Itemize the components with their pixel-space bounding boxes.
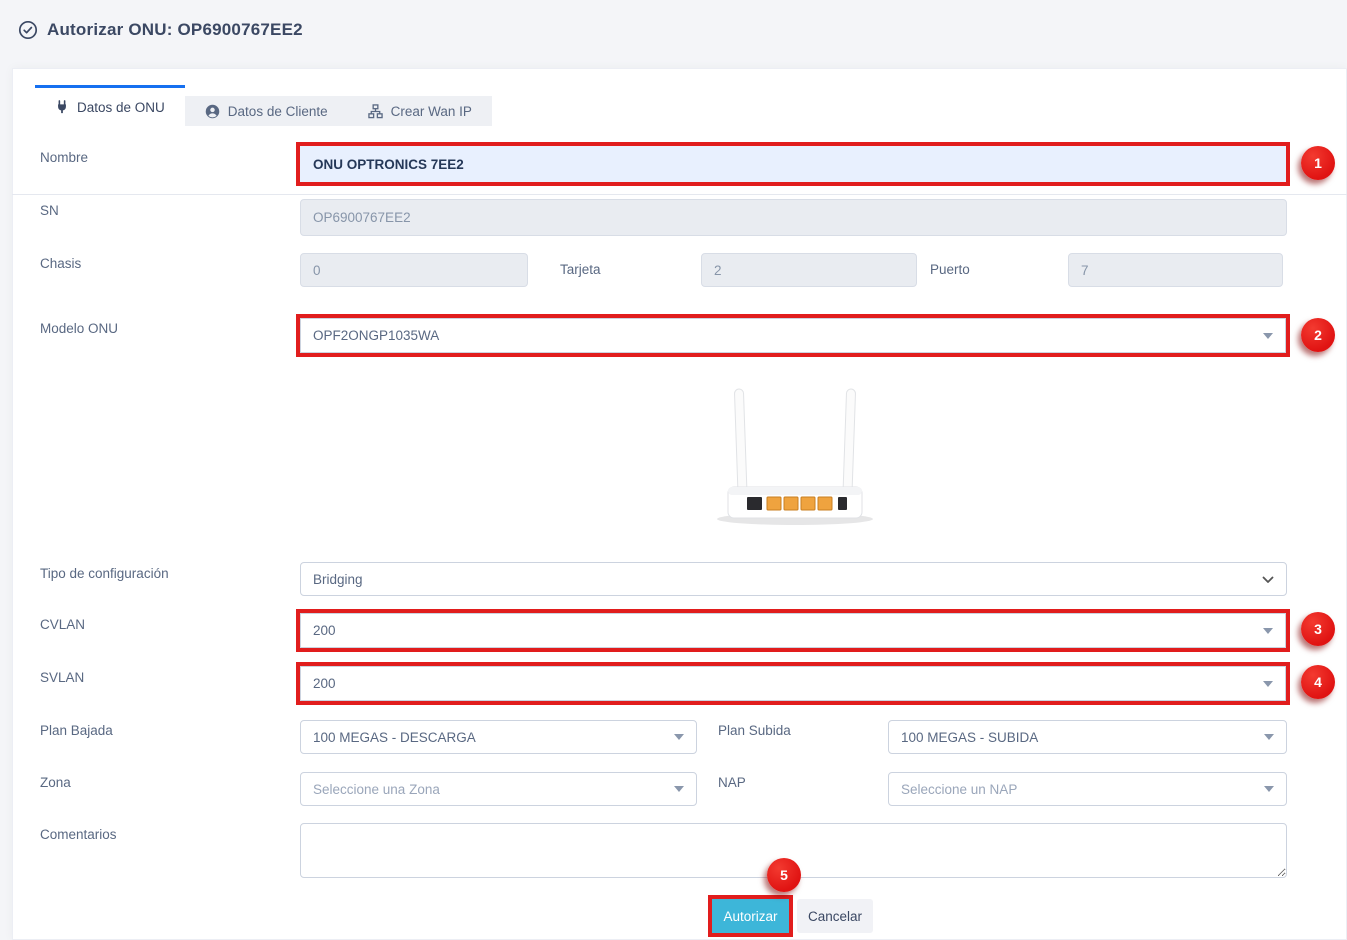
tipo-configuracion-label: Tipo de configuración [40,566,169,581]
tarjeta-input [701,253,917,287]
plan-subida-select[interactable]: 100 MEGAS - SUBIDA [888,720,1287,754]
caret-down-icon [1264,734,1274,740]
page-header: Autorizar ONU: OP6900767EE2 [18,20,303,40]
chasis-input [300,253,528,287]
plan-subida-label: Plan Subida [718,723,791,738]
modelo-onu-label: Modelo ONU [40,321,118,336]
sn-label: SN [40,203,59,218]
onu-router-photo [690,383,900,533]
caret-down-icon [674,786,684,792]
nap-select[interactable]: Seleccione un NAP [888,772,1287,806]
tab-datos-de-cliente[interactable]: Datos de Cliente [185,96,348,126]
modelo-onu-highlight: OPF2ONGP1035WA [296,314,1290,357]
autorizar-highlight: Autorizar [708,895,793,937]
tipo-configuracion-value: Bridging [313,572,363,587]
nombre-input[interactable] [300,146,1286,182]
zona-label: Zona [40,775,71,790]
nombre-highlight [296,142,1290,186]
chasis-label: Chasis [40,256,81,271]
step-marker-4: 4 [1301,665,1335,699]
authorize-onu-page: Autorizar ONU: OP6900767EE2 Datos de ONU… [0,0,1347,940]
zona-placeholder: Seleccione una Zona [313,782,440,797]
step-marker-1: 1 [1301,146,1335,180]
tabbar-divider [12,194,1347,195]
sn-input [300,199,1287,236]
modelo-onu-value: OPF2ONGP1035WA [313,328,439,343]
step-marker-5: 5 [767,858,801,892]
nap-label: NAP [718,775,746,790]
modelo-onu-select[interactable]: OPF2ONGP1035WA [300,318,1286,353]
cvlan-highlight: 200 [296,609,1290,652]
svlan-value: 200 [313,676,336,691]
plan-bajada-value: 100 MEGAS - DESCARGA [313,730,476,745]
cvlan-label: CVLAN [40,617,85,632]
check-circle-icon [18,20,38,40]
caret-down-icon [1263,681,1273,687]
nap-placeholder: Seleccione un NAP [901,782,1017,797]
cancelar-button[interactable]: Cancelar [797,899,873,933]
tab-bar: Datos de ONU Datos de Cliente Crear Wan … [35,85,492,126]
svlan-select[interactable]: 200 [300,666,1286,701]
tab-label: Crear Wan IP [391,104,472,119]
puerto-input [1068,253,1283,287]
plug-icon [55,100,69,114]
tab-label: Datos de Cliente [228,104,328,119]
puerto-label: Puerto [930,262,970,277]
tab-datos-de-onu[interactable]: Datos de ONU [35,85,185,126]
user-circle-icon [205,104,220,119]
comentarios-label: Comentarios [40,827,117,842]
zona-select[interactable]: Seleccione una Zona [300,772,697,806]
tab-crear-wan-ip[interactable]: Crear Wan IP [348,96,492,126]
page-title: Autorizar ONU: OP6900767EE2 [47,20,303,40]
svlan-highlight: 200 [296,662,1290,705]
sitemap-icon [368,104,383,119]
tipo-configuracion-select[interactable]: Bridging [300,562,1287,596]
chevron-down-icon [1262,572,1274,587]
svlan-label: SVLAN [40,670,84,685]
nombre-label: Nombre [40,150,88,165]
tab-label: Datos de ONU [77,100,165,115]
step-marker-2: 2 [1301,318,1335,352]
caret-down-icon [674,734,684,740]
caret-down-icon [1263,333,1273,339]
caret-down-icon [1264,786,1274,792]
step-marker-3: 3 [1301,612,1335,646]
cvlan-value: 200 [313,623,336,638]
autorizar-button[interactable]: Autorizar [712,899,789,933]
cvlan-select[interactable]: 200 [300,613,1286,648]
tarjeta-label: Tarjeta [560,262,601,277]
plan-subida-value: 100 MEGAS - SUBIDA [901,730,1038,745]
plan-bajada-label: Plan Bajada [40,723,113,738]
caret-down-icon [1263,628,1273,634]
plan-bajada-select[interactable]: 100 MEGAS - DESCARGA [300,720,697,754]
